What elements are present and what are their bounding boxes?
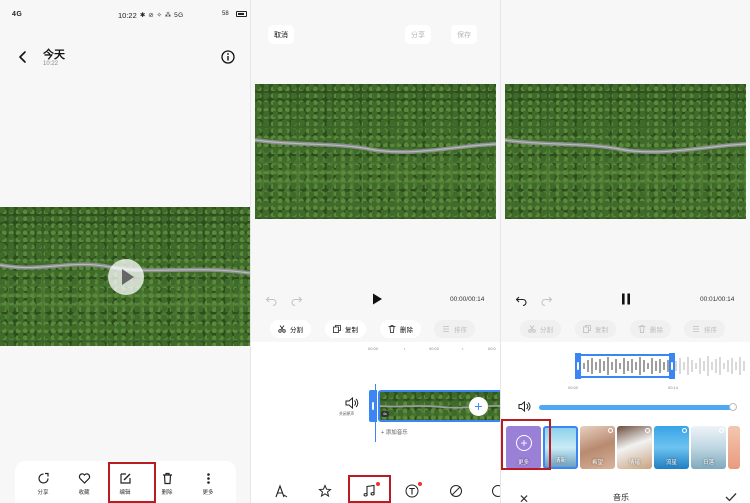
text-style-icon[interactable] bbox=[274, 484, 288, 498]
volume-icon bbox=[518, 401, 531, 412]
delete-button[interactable]: 删除 bbox=[630, 320, 671, 338]
page-title: 今天 bbox=[43, 49, 65, 61]
filter-icon[interactable] bbox=[449, 484, 463, 498]
split-button[interactable]: 分割 bbox=[520, 320, 561, 338]
page-subtitle-time: 10:22 bbox=[43, 61, 59, 67]
music-panel-title: 音乐 bbox=[613, 493, 629, 502]
add-icon: + bbox=[516, 435, 532, 451]
status-icons: ✱ ⊘ ✧ ⁂ 5G bbox=[140, 12, 184, 19]
scissors-icon bbox=[528, 325, 536, 333]
redo-icon[interactable] bbox=[291, 294, 303, 306]
ruler-tick: 00:14 bbox=[668, 385, 679, 390]
favorite-button[interactable]: 收藏 bbox=[68, 472, 100, 496]
music-list: + 更多 清新 希望 情绪 流星 日落 bbox=[506, 426, 740, 470]
more-music-item[interactable]: + 更多 bbox=[506, 426, 541, 469]
cancel-button[interactable]: 取消 bbox=[268, 25, 294, 44]
trash-icon bbox=[162, 472, 172, 485]
music-item[interactable]: 清新 bbox=[543, 426, 578, 469]
timeline-playhead[interactable] bbox=[375, 384, 376, 442]
more-icon bbox=[206, 473, 210, 484]
volume-slider-knob[interactable] bbox=[729, 403, 737, 411]
undo-icon[interactable] bbox=[265, 294, 277, 306]
pause-icon[interactable] bbox=[619, 292, 633, 306]
audio-trim-handle-right[interactable] bbox=[669, 353, 675, 379]
redo-icon[interactable] bbox=[541, 294, 553, 306]
battery-level: 58 bbox=[222, 11, 229, 17]
gallery-viewer-panel: 4G 10:22 ✱ ⊘ ✧ ⁂ 5G 58 今天 10:22 分享 收藏 编辑 bbox=[0, 0, 250, 503]
add-music-button[interactable]: + 添加音乐 bbox=[381, 428, 408, 436]
share-button[interactable]: 分享 bbox=[405, 25, 431, 44]
add-clip-button[interactable]: + bbox=[469, 397, 488, 416]
info-icon[interactable] bbox=[221, 50, 235, 64]
trash-icon bbox=[638, 325, 646, 333]
play-icon[interactable] bbox=[370, 292, 384, 306]
sort-icon bbox=[443, 326, 449, 332]
sort-button[interactable]: 排序 bbox=[434, 320, 475, 338]
audio-trim-handle-left[interactable] bbox=[575, 353, 581, 379]
download-icon bbox=[645, 428, 650, 433]
music-item[interactable] bbox=[728, 426, 740, 469]
video-editor-panel: 取消 分享 保存 00:00/00:14 分割 复制 删除 排序 00:00 •… bbox=[251, 0, 500, 503]
save-button[interactable]: 保存 bbox=[451, 25, 477, 44]
music-note-icon[interactable] bbox=[362, 484, 376, 498]
music-item[interactable]: 希望 bbox=[580, 426, 615, 469]
video-preview bbox=[505, 84, 746, 219]
sort-icon bbox=[693, 326, 699, 332]
speaker-icon[interactable] bbox=[345, 397, 359, 409]
delete-button[interactable]: 删除 bbox=[380, 320, 421, 338]
mute-original-label: 关闭原声 bbox=[339, 412, 355, 416]
signal-indicator: 4G bbox=[12, 11, 23, 18]
more-button[interactable]: 更多 bbox=[192, 472, 224, 496]
play-button[interactable] bbox=[108, 259, 144, 295]
download-icon bbox=[682, 428, 687, 433]
volume-slider-track[interactable] bbox=[539, 405, 733, 410]
music-item[interactable]: 情绪 bbox=[617, 426, 652, 469]
edit-icon bbox=[119, 473, 131, 484]
time-display: 00:01/00:14 bbox=[700, 296, 735, 303]
battery-icon bbox=[236, 11, 247, 17]
ruler-tick: 00:02 bbox=[429, 346, 440, 351]
edit-button[interactable]: 编辑 bbox=[109, 472, 141, 496]
status-time: 10:22 bbox=[118, 11, 137, 20]
copy-button[interactable]: 复制 bbox=[325, 320, 366, 338]
download-icon bbox=[608, 428, 613, 433]
copy-button[interactable]: 复制 bbox=[575, 320, 616, 338]
confirm-check-icon[interactable] bbox=[725, 492, 737, 502]
text-icon[interactable] bbox=[405, 484, 419, 498]
sort-button[interactable]: 排序 bbox=[684, 320, 725, 338]
share-button[interactable]: 分享 bbox=[27, 472, 59, 496]
edit-toolbar: 分割 复制 删除 排序 bbox=[251, 320, 500, 338]
selected-audio-segment[interactable] bbox=[579, 354, 675, 378]
sticker-icon[interactable] bbox=[318, 484, 332, 498]
close-icon[interactable]: ✕ bbox=[519, 492, 529, 503]
copy-icon bbox=[333, 325, 341, 333]
edit-toolbar: 分割 复制 删除 排序 bbox=[501, 320, 750, 338]
text-new-dot bbox=[418, 482, 422, 486]
effects-icon[interactable] bbox=[491, 484, 500, 498]
music-item[interactable]: 日落 bbox=[691, 426, 726, 469]
scissors-icon bbox=[278, 325, 286, 333]
delete-button[interactable]: 删除 bbox=[151, 472, 183, 496]
download-icon bbox=[719, 428, 724, 433]
ruler-tick: 00:00 bbox=[568, 385, 579, 390]
clip-duration-badge: 4s bbox=[381, 411, 389, 417]
time-display: 00:00/00:14 bbox=[450, 296, 485, 303]
ruler-tick: 00:00 bbox=[368, 346, 379, 351]
copy-icon bbox=[583, 325, 591, 333]
ruler-tick: • bbox=[404, 346, 406, 351]
ruler-tick: • bbox=[462, 346, 464, 351]
music-new-dot bbox=[376, 482, 380, 486]
heart-icon bbox=[78, 473, 90, 484]
bottom-action-bar: 分享 收藏 编辑 删除 更多 bbox=[15, 461, 236, 503]
music-editor-panel: 00:01/00:14 分割 复制 删除 排序 00:00 00:14 + 更多… bbox=[501, 0, 750, 503]
back-arrow-icon[interactable] bbox=[16, 50, 30, 64]
ruler-tick: 00:0 bbox=[488, 346, 496, 351]
undo-icon[interactable] bbox=[515, 294, 527, 306]
status-bar: 4G 10:22 ✱ ⊘ ✧ ⁂ 5G 58 bbox=[0, 0, 250, 30]
music-item[interactable]: 流星 bbox=[654, 426, 689, 469]
share-icon bbox=[37, 472, 49, 484]
video-preview bbox=[255, 84, 496, 219]
trash-icon bbox=[388, 325, 396, 333]
split-button[interactable]: 分割 bbox=[270, 320, 311, 338]
